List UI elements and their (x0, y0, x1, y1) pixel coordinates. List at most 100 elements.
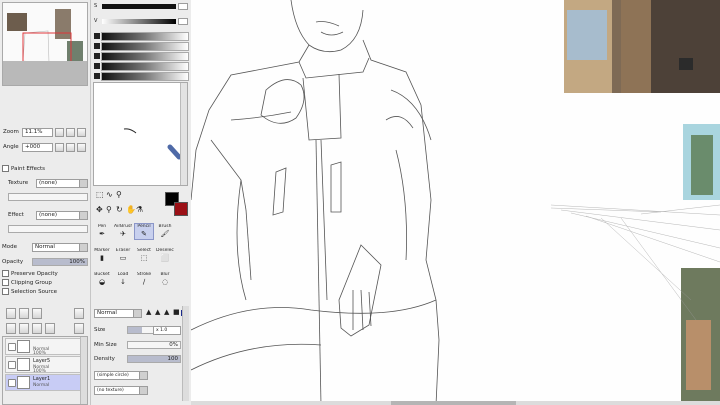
tool-eraser[interactable]: Eraser ▭ (114, 248, 132, 263)
color-ramp[interactable] (94, 52, 189, 61)
size-multiplier-field[interactable]: x 1.0 (153, 326, 181, 335)
color-ramp[interactable] (94, 72, 189, 81)
tool-palette: Pen ✒ AirBrush ✈ Pencil ✎ Brush 🖌 Marker ▮ Eraser ▭… (93, 223, 188, 299)
scratchpad[interactable] (93, 82, 188, 186)
tool-marker[interactable]: Marker ▮ (93, 248, 111, 263)
zoom-reset-button[interactable] (77, 128, 86, 137)
ramp-color-square[interactable] (94, 53, 100, 59)
saturation-value[interactable] (178, 3, 188, 10)
transfer-down-icon[interactable] (6, 323, 16, 334)
color-ramp[interactable] (94, 42, 189, 51)
layer-visibility-icon[interactable] (8, 379, 16, 387)
checkbox[interactable] (2, 279, 9, 286)
rotate-left-button[interactable] (55, 143, 64, 152)
ramp-color-square[interactable] (94, 63, 100, 69)
tool-pencil[interactable]: Pencil ✎ (134, 223, 154, 240)
texture-select[interactable]: (none) (36, 179, 88, 188)
delete-layer-icon[interactable] (74, 308, 84, 319)
merge-down-icon[interactable] (19, 323, 29, 334)
rect-select-icon[interactable]: ⬚ (96, 191, 104, 199)
checkbox[interactable] (2, 270, 9, 277)
layer-option-selection-source[interactable]: Selection Source (2, 288, 57, 296)
effect-select[interactable]: (none) (36, 211, 88, 220)
layer-row[interactable]: Layer5 Normal 100% (5, 356, 81, 374)
hand-icon[interactable]: ✋ (126, 206, 136, 214)
airbrush-icon: ✈ (120, 230, 126, 238)
rotate-tool-icon[interactable]: ↻ (116, 206, 123, 214)
triangle-shape-icon[interactable]: ▲ (164, 309, 169, 316)
move-icon[interactable]: ✥ (96, 206, 103, 214)
rotate-right-button[interactable] (66, 143, 75, 152)
layer-option-preserve-opacity[interactable]: Preserve Opacity (2, 270, 58, 278)
opacity-slider[interactable]: 100% (32, 258, 88, 266)
blend-mode-select[interactable]: Normal (94, 309, 142, 318)
thumbnail-photo-2 (55, 9, 71, 39)
tool-select[interactable]: Select ⬚ (135, 248, 153, 263)
tool-pen[interactable]: Pen ✒ (93, 224, 111, 239)
effect-width-slider[interactable] (8, 225, 88, 233)
texture-scale-slider[interactable] (8, 193, 88, 201)
clear-layer-icon[interactable] (32, 323, 42, 334)
zoom-field[interactable]: 11.1% (22, 128, 53, 137)
tool-stroke[interactable]: Stroke ∕ (135, 272, 153, 287)
min-size-slider[interactable]: 0% (127, 341, 181, 349)
value-value[interactable] (178, 18, 188, 25)
tool-label: Load (117, 272, 129, 277)
ramp-color-square[interactable] (94, 33, 100, 39)
layer-row[interactable]: Layer1 Normal (5, 374, 81, 391)
zoom-out-button[interactable] (55, 128, 64, 137)
eyedropper-icon[interactable]: ⚗ (136, 206, 143, 214)
layer-menu-icon[interactable] (74, 323, 84, 334)
tool-deselect[interactable]: Deselect ⬜ (156, 248, 174, 263)
layer-row[interactable]: Normal 100% (5, 338, 81, 356)
density-slider[interactable]: 100 (127, 355, 181, 363)
paint-effects-toggle[interactable] (2, 165, 9, 172)
copy-layer-icon[interactable] (32, 308, 42, 319)
layer-visibility-icon[interactable] (8, 343, 16, 351)
color-ramps (93, 32, 189, 82)
tool-load[interactable]: Load ↓ (114, 272, 132, 287)
layer-list[interactable]: Normal 100% Layer5 Normal 100% Layer1 Normal (2, 336, 88, 405)
layer-option-clipping-group[interactable]: Clipping Group (2, 279, 52, 287)
navigator-view[interactable] (2, 2, 88, 86)
canvas-area[interactable] (191, 0, 720, 405)
brush-shape-select[interactable]: (simple circle) (94, 371, 148, 380)
scratchpad-scrollbar[interactable] (180, 83, 187, 185)
new-folder-icon[interactable] (19, 308, 29, 319)
ramp-color-square[interactable] (94, 43, 100, 49)
ramp-color-square[interactable] (94, 73, 100, 79)
saturation-slider[interactable] (102, 4, 176, 9)
marker-icon: ▮ (100, 254, 104, 262)
rotate-reset-button[interactable] (77, 143, 86, 152)
angle-field[interactable]: +000 (22, 143, 53, 152)
brush-texture-select[interactable]: (no texture) (94, 386, 148, 395)
tool-brush[interactable]: Brush 🖌 (156, 224, 174, 239)
triangle-shape-icon[interactable]: ▲ (155, 309, 160, 316)
zoom-tool-icon[interactable]: ⚲ (106, 206, 112, 214)
tool-bucket[interactable]: Bucket ◒ (93, 272, 111, 287)
tool-blur[interactable]: Blur ◌ (156, 272, 174, 287)
lasso-icon[interactable]: ∿ (106, 191, 113, 199)
background-color[interactable] (174, 202, 188, 216)
checkbox[interactable] (2, 288, 9, 295)
zoom-in-button[interactable] (66, 128, 75, 137)
color-ramp[interactable] (94, 62, 189, 71)
deselect-icon: ⬜ (160, 254, 170, 262)
magic-wand-icon[interactable]: ⚲ (116, 191, 122, 199)
triangle-shape-icon[interactable]: ▲ (146, 309, 151, 316)
zoom-label: Zoom (3, 129, 19, 135)
color-ramp[interactable] (94, 32, 189, 41)
new-layer-icon[interactable] (6, 308, 16, 319)
tool-settings-scrollbar[interactable] (182, 306, 189, 401)
canvas-scroll-thumb[interactable] (391, 401, 516, 405)
canvas-scrollbar-horizontal[interactable] (191, 401, 720, 405)
value-slider[interactable] (102, 19, 176, 24)
tool-airbrush[interactable]: AirBrush ✈ (114, 224, 132, 239)
move-layer-icon[interactable] (45, 323, 55, 334)
square-shape-icon[interactable]: ■ (173, 309, 180, 316)
layer-mode-select[interactable]: Normal (32, 243, 88, 252)
layer-mode: Normal (33, 383, 50, 388)
layer-visibility-icon[interactable] (8, 361, 16, 369)
chevron-down-icon (79, 212, 87, 219)
layer-list-scrollbar[interactable] (80, 337, 87, 404)
